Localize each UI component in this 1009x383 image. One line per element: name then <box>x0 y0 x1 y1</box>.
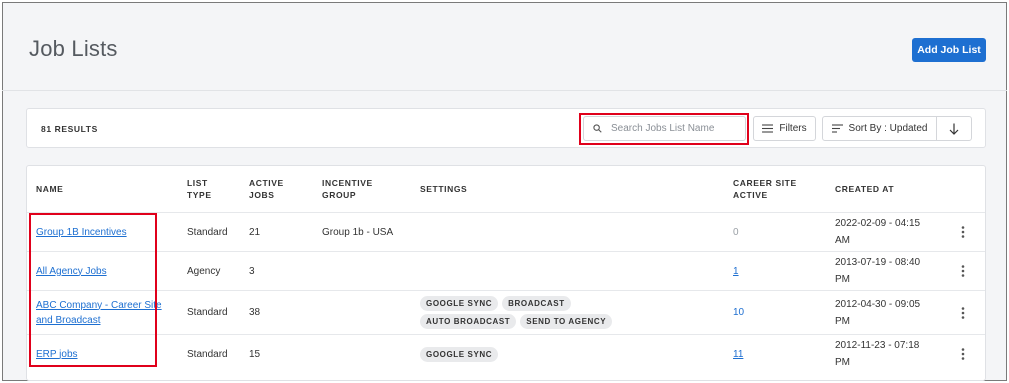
kebab-menu-icon <box>961 265 965 277</box>
row-menu-button[interactable] <box>956 335 970 373</box>
created-at-cell: 2013-07-19 - 08:40 PM <box>835 257 921 285</box>
column-header-incentive-group[interactable]: INCENTIVE GROUP <box>322 166 373 212</box>
setting-tag: AUTO BROADCAST <box>420 314 517 329</box>
results-toolbar: 81 RESULTS Filters Sort By : Updated <box>26 108 986 148</box>
active-jobs-cell: 38 <box>249 307 261 318</box>
arrow-down-icon <box>949 123 959 135</box>
job-list-name-link[interactable]: All Agency Jobs <box>36 264 107 279</box>
filters-label: Filters <box>779 123 807 134</box>
sort-direction-button[interactable] <box>937 117 971 140</box>
job-lists-table: NAME LIST TYPE ACTIVE JOBS INCENTIVE GROUP … <box>26 165 986 381</box>
results-count: 81 RESULTS <box>41 124 98 134</box>
sort-by-label: Sort By : Updated <box>848 123 928 134</box>
header-divider <box>2 90 1007 91</box>
column-header-active-jobs[interactable]: ACTIVE JOBS <box>249 166 284 212</box>
career-site-active-link[interactable]: 1 <box>733 264 739 279</box>
active-jobs-cell: 3 <box>249 265 255 277</box>
table-row: ERP jobs Standard 15 GOOGLE SYNC 11 2012… <box>27 335 985 373</box>
filter-lines-icon <box>762 124 774 133</box>
active-jobs-cell: 21 <box>249 226 261 238</box>
list-type-cell: Agency <box>187 265 221 277</box>
settings-cell: GOOGLE SYNC <box>420 335 650 373</box>
list-type-cell: Standard <box>187 348 228 360</box>
sort-by-button[interactable]: Sort By : Updated <box>823 117 937 140</box>
row-menu-button[interactable] <box>956 291 970 334</box>
kebab-menu-icon <box>961 226 965 238</box>
list-type-cell: Standard <box>187 226 228 238</box>
created-at-cell: 2012-04-30 - 09:05 PM <box>835 298 921 327</box>
column-header-list-type[interactable]: LIST TYPE <box>187 166 212 212</box>
setting-tag: GOOGLE SYNC <box>420 346 499 362</box>
table-row: ABC Company - Career Site and Broadcast S… <box>27 291 985 335</box>
list-type-cell: Standard <box>187 307 228 318</box>
table-row: Group 1B Incentives Standard 21 Group 1b… <box>27 213 985 252</box>
career-site-active-link[interactable]: 10 <box>733 305 744 320</box>
search-icon <box>593 124 602 133</box>
created-at-cell: 2012-11-23 - 07:18 PM <box>835 340 920 368</box>
kebab-menu-icon <box>961 306 965 319</box>
row-menu-button[interactable] <box>956 252 970 290</box>
filters-button[interactable]: Filters <box>753 116 816 141</box>
setting-tag: BROADCAST <box>502 296 571 311</box>
search-input[interactable] <box>611 120 741 137</box>
table-row: All Agency Jobs Agency 3 1 2013-07-19 - … <box>27 252 985 291</box>
job-list-name-link[interactable]: ABC Company - Career Site and Broadcast <box>36 298 162 328</box>
search-box[interactable] <box>583 116 746 141</box>
active-jobs-cell: 15 <box>249 348 261 360</box>
column-header-name[interactable]: NAME <box>36 166 63 212</box>
setting-tag: GOOGLE SYNC <box>420 296 499 311</box>
career-site-active-cell: 0 <box>733 226 739 238</box>
created-at-cell: 2022-02-09 - 04:15 AM <box>835 218 921 246</box>
kebab-menu-icon <box>961 348 965 360</box>
sort-control: Sort By : Updated <box>822 116 972 141</box>
sort-lines-icon <box>831 124 843 133</box>
setting-tag: SEND TO AGENCY <box>520 314 613 329</box>
page-title: Job Lists <box>29 36 118 61</box>
job-list-name-link[interactable]: Group 1B Incentives <box>36 225 127 240</box>
column-header-settings[interactable]: SETTINGS <box>420 166 467 212</box>
incentive-group-cell: Group 1b - USA <box>322 226 394 238</box>
career-site-active-link[interactable]: 11 <box>733 347 743 362</box>
column-header-created-at[interactable]: CREATED AT <box>835 166 894 212</box>
row-menu-button[interactable] <box>956 213 970 251</box>
settings-cell: GOOGLE SYNC BROADCAST AUTO BROADCAST SEN… <box>420 291 650 334</box>
add-job-list-button[interactable]: Add Job List <box>912 38 986 62</box>
column-header-career-site-active[interactable]: CAREER SITE ACTIVE <box>733 166 797 212</box>
job-list-name-link[interactable]: ERP jobs <box>36 347 78 362</box>
